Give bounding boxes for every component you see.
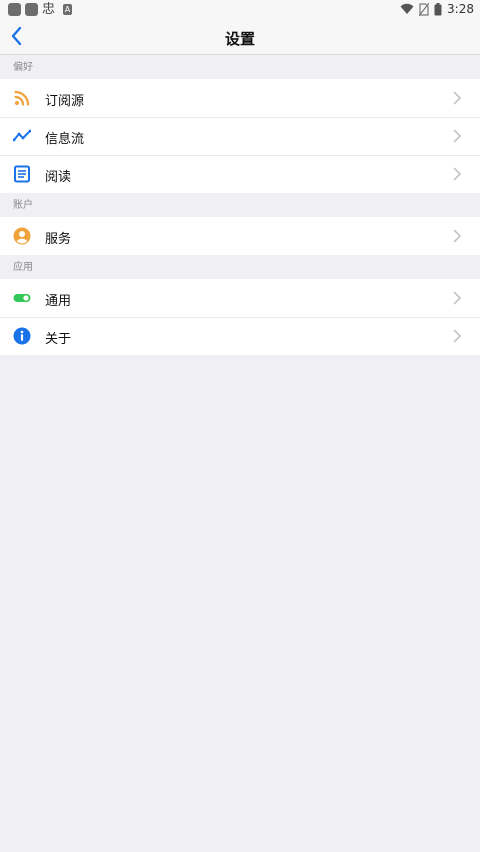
- group-preferences: 订阅源 信息流 阅读: [0, 79, 480, 193]
- settings-item-feed[interactable]: 信息流: [0, 117, 480, 155]
- settings-item-label: 关于: [45, 332, 72, 347]
- group-account: 服务: [0, 217, 480, 255]
- chevron-right-icon: [453, 91, 461, 105]
- settings-item-subscriptions[interactable]: 订阅源: [0, 79, 480, 117]
- chevron-right-icon: [453, 329, 461, 343]
- settings-item-label: 阅读: [45, 170, 72, 185]
- document-icon: [14, 165, 30, 183]
- settings-item-reading[interactable]: 阅读: [0, 155, 480, 193]
- navigation-bar: 设置: [0, 20, 480, 55]
- app-icon: [25, 3, 38, 16]
- status-bar-right: 3:28: [400, 2, 474, 16]
- battery-icon: [434, 2, 442, 15]
- app-icon: [8, 3, 21, 16]
- chevron-right-icon: [453, 167, 461, 181]
- section-header-account: 账户: [13, 200, 33, 211]
- status-bar-left: 忠 A: [8, 2, 73, 17]
- section-header-app: 应用: [13, 262, 33, 273]
- settings-item-services[interactable]: 服务: [0, 217, 480, 255]
- settings-item-label: 通用: [45, 294, 72, 309]
- settings-item-label: 信息流: [45, 132, 85, 147]
- clock: 3:28: [447, 2, 474, 16]
- settings-item-about[interactable]: 关于: [0, 317, 480, 355]
- group-app: 通用 关于: [0, 279, 480, 355]
- page-title: 设置: [224, 30, 255, 48]
- wifi-icon: [400, 3, 414, 14]
- info-icon: [13, 327, 31, 345]
- user-circle-icon: [13, 227, 31, 245]
- a-icon: A: [63, 4, 73, 15]
- chevron-right-icon: [453, 129, 461, 143]
- chevron-right-icon: [453, 229, 461, 243]
- trend-line-icon: [13, 129, 31, 142]
- section-header-preferences: 偏好: [13, 62, 33, 73]
- chevron-right-icon: [453, 291, 461, 305]
- rss-icon: [14, 90, 30, 106]
- settings-item-label: 订阅源: [45, 94, 85, 109]
- status-bar: 忠 A 3:28: [0, 0, 480, 20]
- toggle-icon: [13, 294, 31, 302]
- no-sim-icon: [419, 2, 430, 16]
- settings-item-label: 服务: [45, 232, 72, 247]
- settings-item-general[interactable]: 通用: [0, 279, 480, 317]
- notification-icon: 忠: [42, 2, 56, 17]
